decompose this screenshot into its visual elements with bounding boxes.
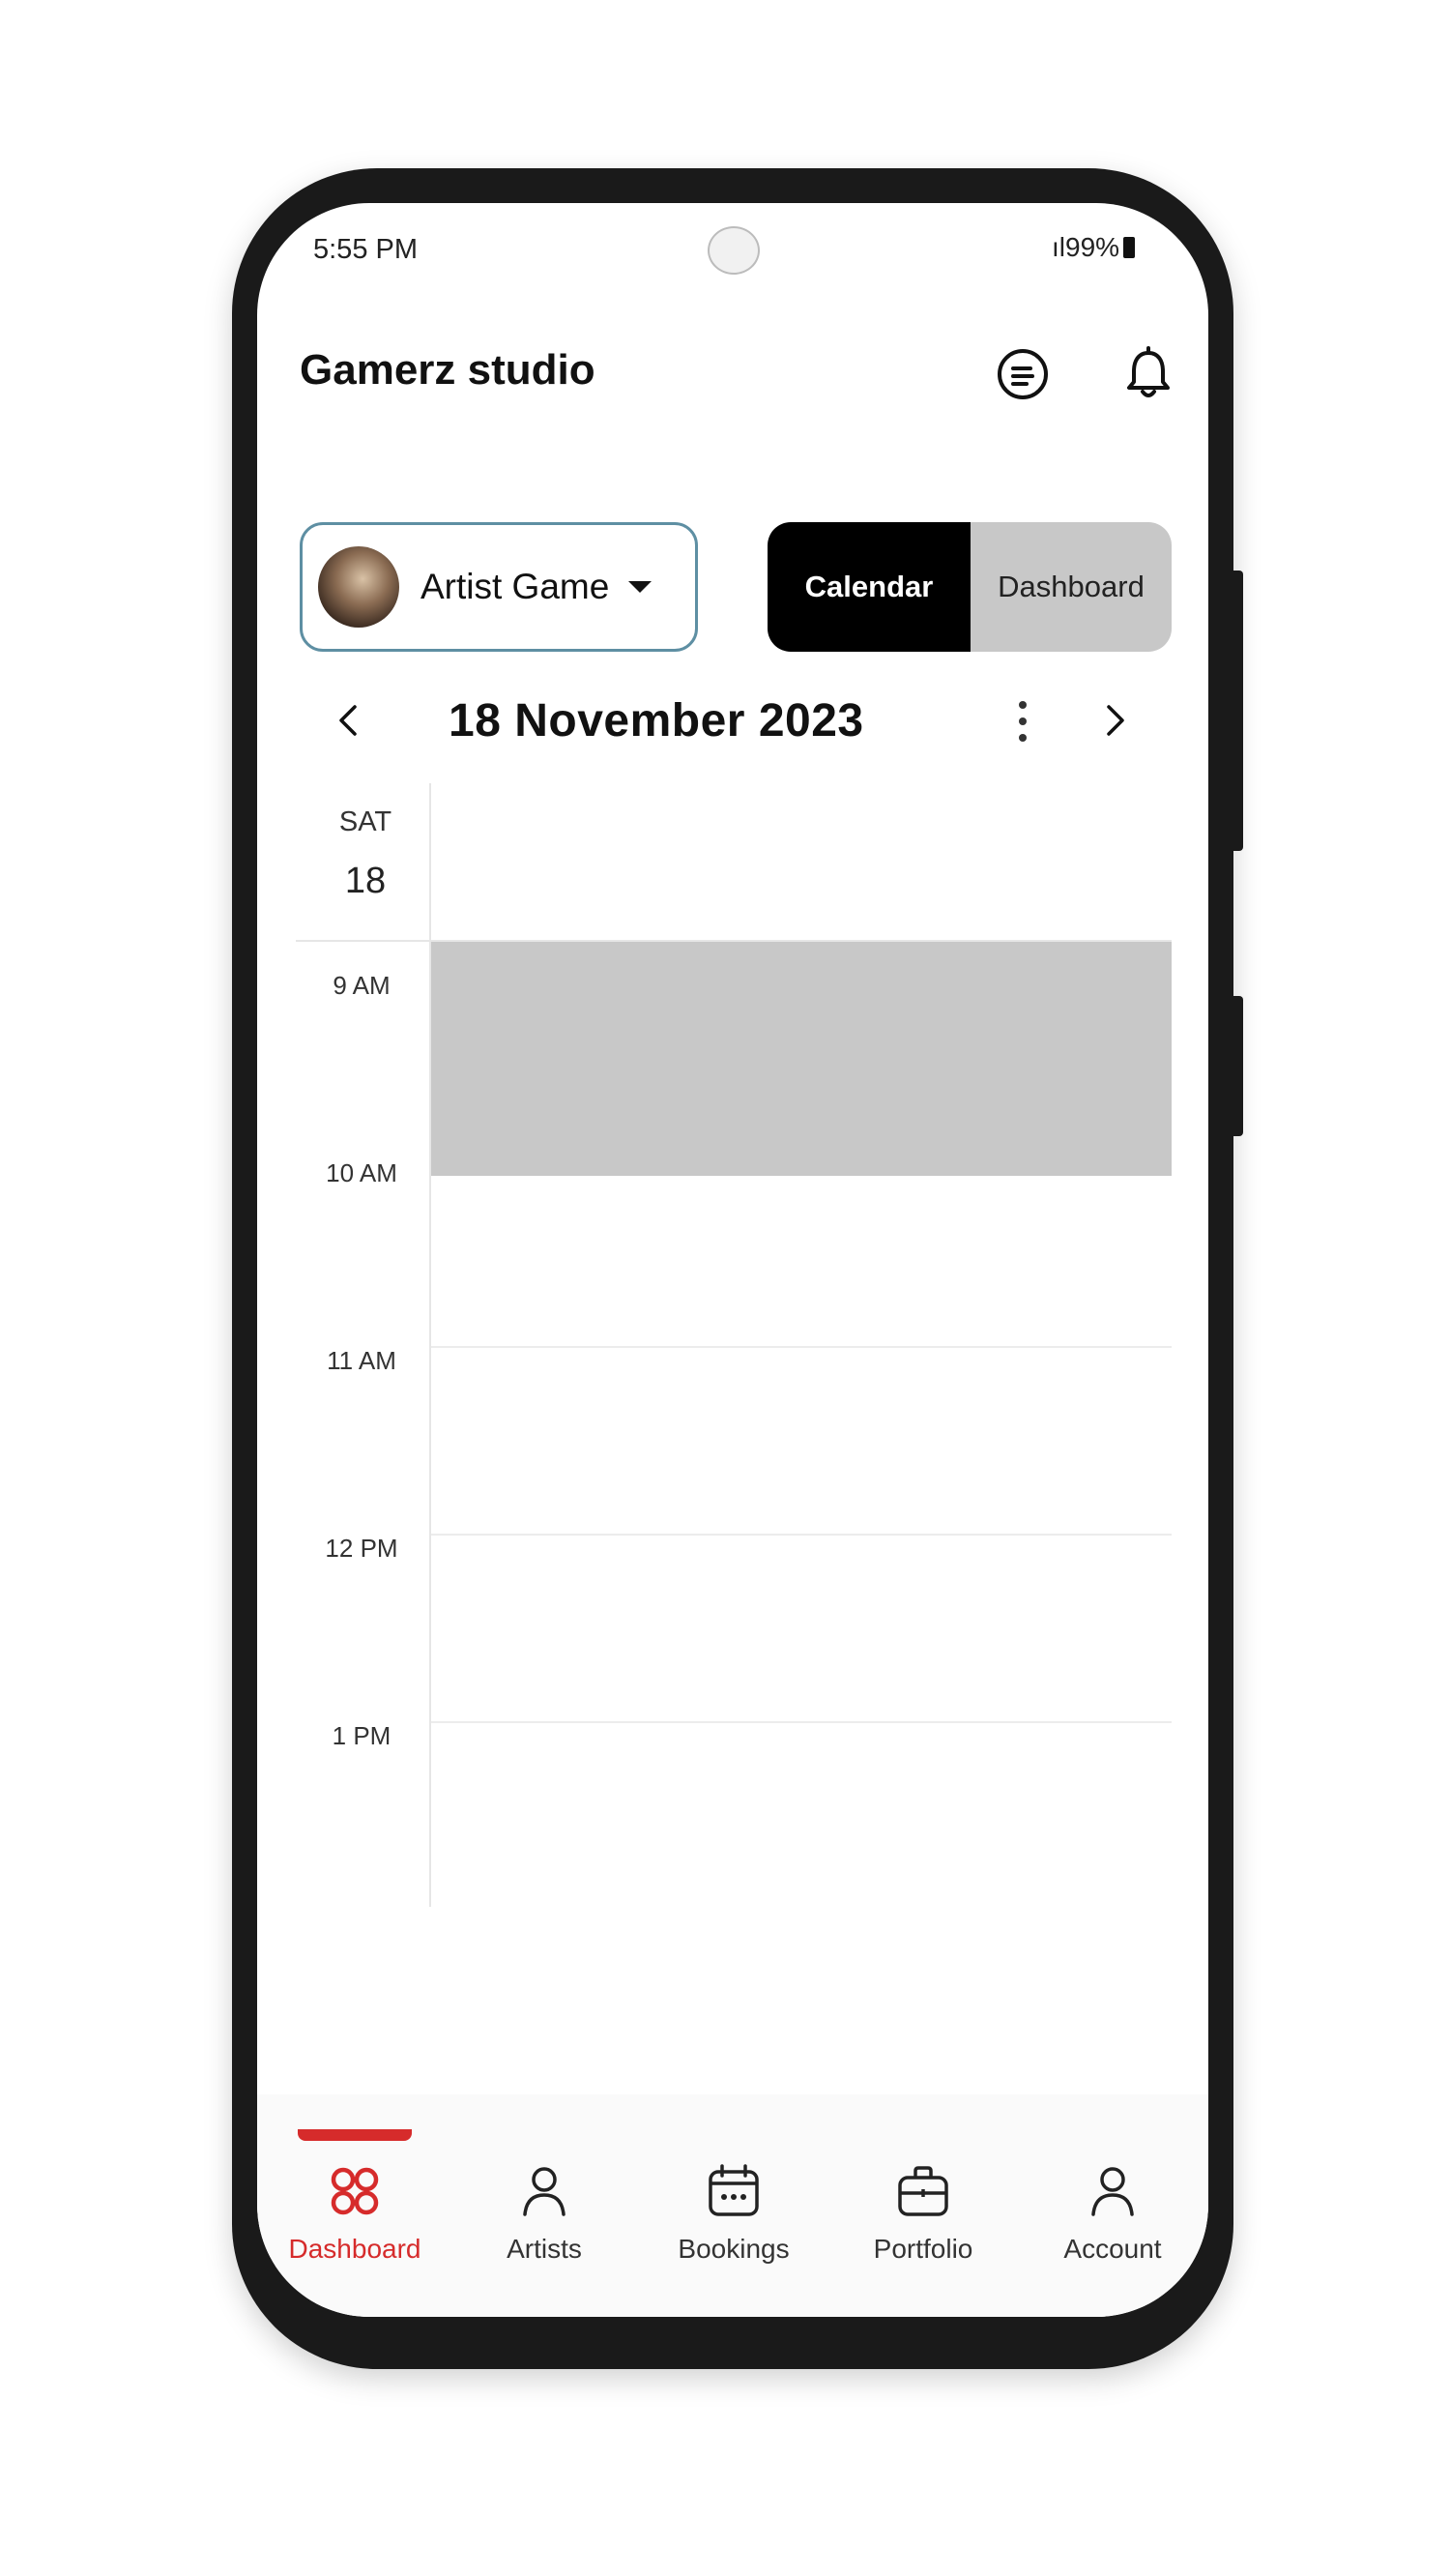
chevron-right-icon[interactable] xyxy=(1090,696,1139,745)
chevron-left-icon[interactable] xyxy=(325,696,373,745)
screen: 5:55 PM ıl99% Gamerz studio Artist Game … xyxy=(257,203,1208,2317)
nav-item-account[interactable]: Account xyxy=(1018,2147,1207,2301)
status-time: 5:55 PM xyxy=(313,234,418,265)
active-tab-indicator xyxy=(298,2129,412,2141)
hour-label: 1 PM xyxy=(332,1721,392,1750)
hour-line xyxy=(431,1721,1172,1723)
nav-label: Account xyxy=(1063,2234,1162,2264)
status-indicators: ıl99% xyxy=(1052,232,1136,263)
nav-label: Bookings xyxy=(678,2234,790,2264)
briefcase-icon xyxy=(892,2160,954,2222)
chevron-down-icon xyxy=(628,581,652,593)
artist-dropdown[interactable]: Artist Game xyxy=(300,522,698,652)
signal-battery-text: ıl99% xyxy=(1052,232,1120,262)
artist-name: Artist Game xyxy=(420,567,610,606)
tab-calendar[interactable]: Calendar xyxy=(768,522,971,652)
page-title: Gamerz studio xyxy=(300,346,595,394)
grid-icon xyxy=(324,2160,386,2222)
hour-label: 12 PM xyxy=(325,1534,398,1563)
nav-item-portfolio[interactable]: Portfolio xyxy=(828,2147,1018,2301)
event-block[interactable] xyxy=(431,942,1172,1176)
volume-button xyxy=(1230,571,1243,851)
hour-line xyxy=(431,1346,1172,1348)
hour-label: 10 AM xyxy=(326,1158,397,1187)
bell-icon[interactable] xyxy=(1117,343,1179,405)
hour-label: 9 AM xyxy=(333,971,391,1000)
person-icon xyxy=(513,2160,575,2222)
tab-dashboard[interactable]: Dashboard xyxy=(971,522,1172,652)
front-camera xyxy=(708,226,760,275)
nav-label: Portfolio xyxy=(873,2234,973,2264)
account-icon xyxy=(1082,2160,1144,2222)
more-vertical-icon[interactable] xyxy=(1001,694,1044,748)
nav-label: Artists xyxy=(507,2234,582,2264)
hour-label: 11 AM xyxy=(327,1346,396,1375)
nav-item-artists[interactable]: Artists xyxy=(450,2147,639,2301)
chat-icon[interactable] xyxy=(992,343,1054,405)
battery-icon xyxy=(1123,237,1136,258)
nav-item-dashboard[interactable]: Dashboard xyxy=(260,2147,450,2301)
nav-label: Dashboard xyxy=(288,2234,421,2264)
hour-line xyxy=(431,1534,1172,1536)
calendar-icon xyxy=(703,2160,765,2222)
day-of-week: SAT xyxy=(338,806,392,837)
current-date: 18 November 2023 xyxy=(449,695,864,746)
avatar xyxy=(318,546,399,628)
nav-item-bookings[interactable]: Bookings xyxy=(639,2147,828,2301)
day-number: 18 xyxy=(344,861,387,901)
view-toggle: Calendar Dashboard xyxy=(768,522,1172,652)
power-button xyxy=(1230,996,1243,1136)
